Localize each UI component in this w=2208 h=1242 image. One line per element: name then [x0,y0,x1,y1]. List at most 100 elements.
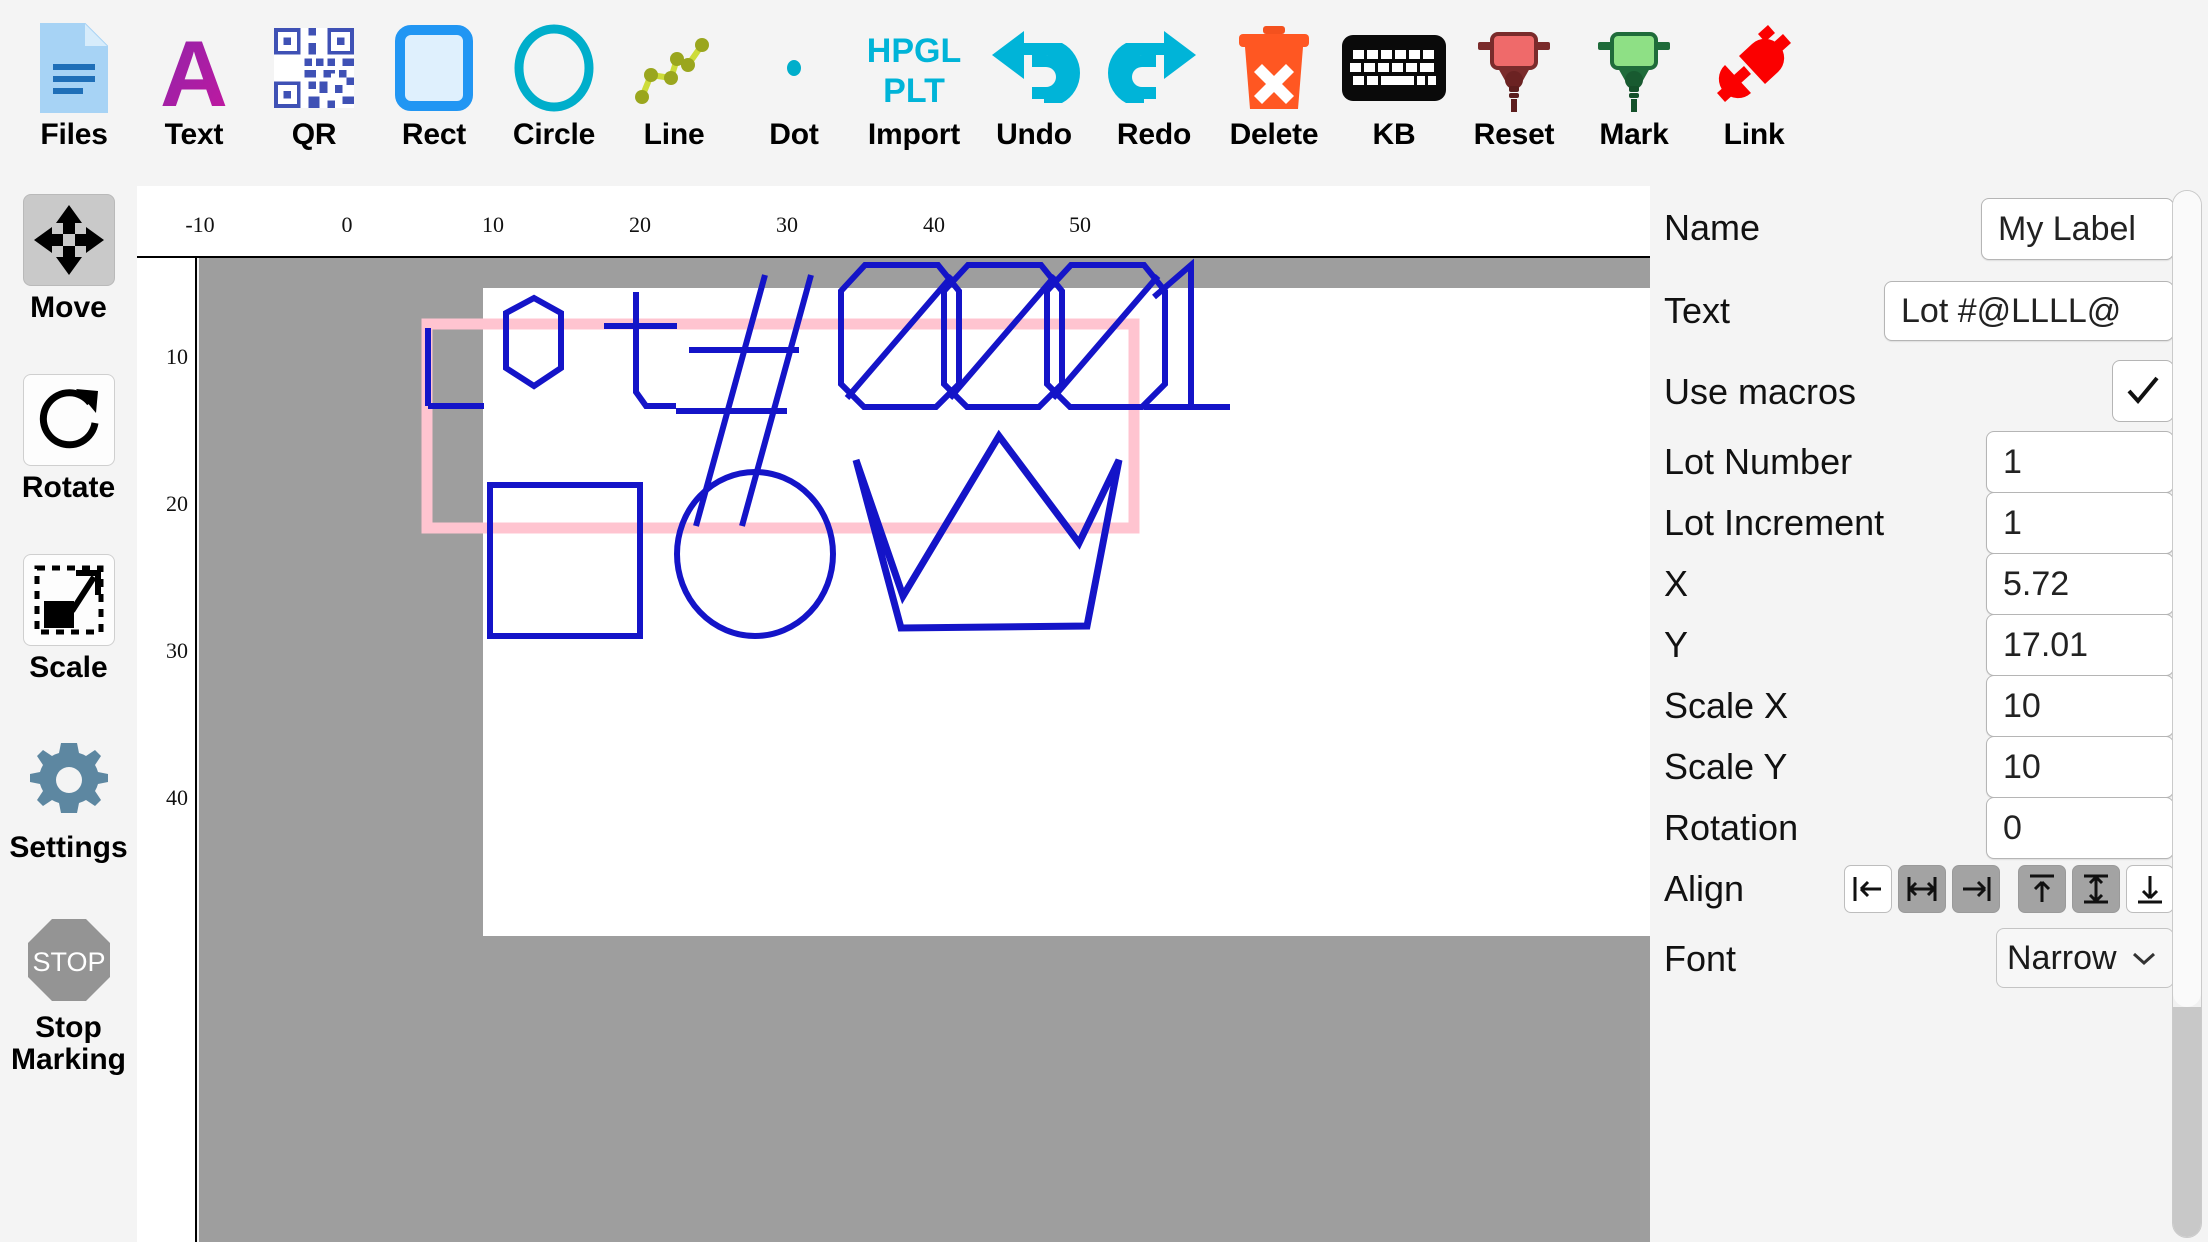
tool-label: Delete [1229,118,1319,151]
property-row-name: Name My Label [1650,186,2208,270]
sidebar-item-label: Move [30,291,107,324]
laser-head-green-icon [1574,22,1694,114]
tool-qr[interactable]: QR [254,0,374,186]
laser-head-red-icon [1454,22,1574,114]
sidebar-item-stop-marking[interactable]: STOP Stop Marking [0,914,137,1094]
tool-delete[interactable]: Delete [1214,0,1334,186]
panel-scrollbar-thumb[interactable] [2173,191,2201,1007]
tool-label: Mark [1599,118,1669,151]
file-document-icon [14,22,134,114]
tool-circle[interactable]: Circle [494,0,614,186]
sidebar-item-move[interactable]: Move [0,194,137,374]
font-select-value: Narrow [2007,938,2117,977]
tool-dot[interactable]: Dot [734,0,854,186]
align-top-button[interactable] [2018,865,2066,913]
property-row-font: Font Narrow [1650,920,2208,998]
tool-import[interactable]: HPGL PLT Import [854,0,974,186]
svg-text:STOP: STOP [32,947,105,977]
ruler-tick: -10 [185,212,215,237]
tool-label: Link [1723,118,1785,151]
align-center-horizontal-icon [1907,877,1937,901]
ruler-tick: 10 [166,344,188,369]
tool-files[interactable]: Files [14,0,134,186]
property-row-text: Text Lot #@LLLL@ [1650,270,2208,352]
trash-delete-icon [1214,22,1334,114]
artwork-layer[interactable] [199,258,1650,1242]
sidebar-item-rotate[interactable]: Rotate [0,374,137,554]
tool-label: Undo [996,118,1072,151]
align-center-vertical-icon [2084,874,2108,904]
scale-x-input[interactable]: 10 [1986,675,2174,737]
move-arrows-icon [22,194,115,286]
tool-label: Circle [512,118,596,151]
tool-link[interactable]: Link [1694,0,1814,186]
tool-kb[interactable]: KB [1334,0,1454,186]
tool-label: Rect [401,118,467,151]
scale-corner-icon [22,554,115,646]
align-center-horizontal-button[interactable] [1898,865,1946,913]
broken-plug-icon [1694,22,1814,114]
tool-label: Line [643,118,705,151]
align-right-button[interactable] [1952,865,2000,913]
lot-increment-label: Lot Increment [1664,501,1885,543]
ruler-tick: 20 [166,491,188,516]
text-input[interactable]: Lot #@LLLL@ [1884,281,2174,341]
rotation-label: Rotation [1664,806,1799,848]
panel-scrollbar[interactable] [2172,190,2202,1238]
tool-redo[interactable]: Redo [1094,0,1214,186]
vertical-ruler: 0 10 20 30 40 [137,258,197,1242]
sidebar-item-label: Rotate [21,471,116,504]
font-label: Font [1664,938,1737,979]
tool-mark[interactable]: Mark [1574,0,1694,186]
top-toolbar: Files A Text QR Rect Circle Line Dot HPG… [0,0,2208,186]
font-select[interactable]: Narrow [1996,928,2174,988]
selection-rectangle[interactable] [421,318,1140,534]
sidebar-item-settings[interactable]: Settings [0,734,137,914]
x-input[interactable]: 5.72 [1986,553,2174,615]
shape-rectangle[interactable] [487,482,643,639]
name-input[interactable]: My Label [1981,198,2174,260]
tool-label: KB [1372,118,1416,151]
chevron-down-icon [2132,952,2156,966]
scale-y-input[interactable]: 10 [1986,736,2174,798]
ruler-tick: 30 [776,212,798,237]
shape-circle[interactable] [674,469,836,639]
tool-label: Import [867,118,961,151]
align-left-icon [1853,877,1881,901]
tool-line[interactable]: Line [614,0,734,186]
lot-number-input[interactable]: 1 [1986,431,2174,493]
tool-label: Files [40,118,108,151]
y-input[interactable]: 17.01 [1986,614,2174,676]
tool-reset[interactable]: Reset [1454,0,1574,186]
align-bottom-icon [2138,876,2162,904]
rotation-input[interactable]: 0 [1986,797,2174,859]
ruler-tick: 20 [629,212,651,237]
svg-text:HPGL: HPGL [867,32,961,70]
panel-scrollbar-track-filled[interactable] [2173,1007,2201,1237]
ruler-tick: 10 [482,212,504,237]
ruler-tick: 40 [923,212,945,237]
tool-text[interactable]: A Text [134,0,254,186]
property-row-lot-number: Lot Number 1 [1650,431,2208,493]
align-left-button[interactable] [1844,865,1892,913]
align-center-vertical-button[interactable] [2072,865,2120,913]
design-canvas[interactable] [199,258,1650,1242]
property-row-use-macros: Use macros [1650,352,2208,431]
tool-rect[interactable]: Rect [374,0,494,186]
align-label: Align [1664,868,1745,909]
property-row-scale-x: Scale X 10 [1650,675,2208,737]
circle-icon [494,22,614,114]
lot-increment-input[interactable]: 1 [1986,492,2174,554]
align-right-icon [1963,877,1991,901]
name-label: Name [1664,207,1761,248]
ruler-tick: 30 [166,638,188,663]
ruler-tick: 50 [1069,212,1091,237]
use-macros-checkbox[interactable] [2112,360,2174,422]
svg-text:PLT: PLT [883,72,945,110]
tool-undo[interactable]: Undo [974,0,1094,186]
use-macros-label: Use macros [1664,370,1857,412]
align-bottom-button[interactable] [2126,865,2174,913]
sidebar-item-scale[interactable]: Scale [0,554,137,734]
sidebar-item-label: Scale [29,651,108,684]
scale-x-label: Scale X [1664,684,1789,726]
